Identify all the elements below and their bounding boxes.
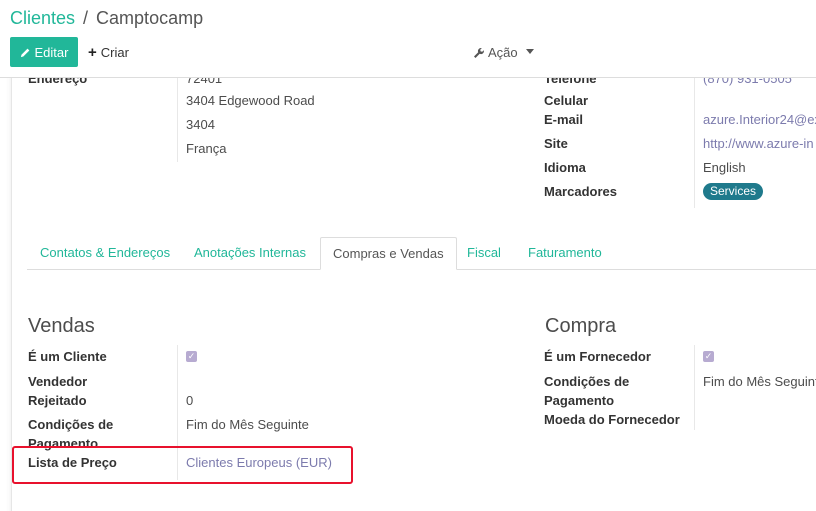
vendor-currency-label: Moeda do Fornecedor [544,412,680,427]
breadcrumb-current: Camptocamp [96,8,204,28]
control-panel: Clientes / Camptocamp Editar + Criar Ação [0,0,816,78]
payment-terms-value: Fim do Mês Seguinte [186,417,309,432]
vendor-payment-terms-label-2: Pagamento [544,393,615,408]
tab-invoicing[interactable]: Faturamento [516,237,614,270]
site-label: Site [544,136,568,151]
field-divider [694,345,695,430]
pencil-icon [20,48,29,57]
mobile-label: Celular [544,93,589,108]
email-value[interactable]: azure.Interior24@ex [703,111,816,128]
vendor-payment-terms-value: Fim do Mês Seguinte [703,374,816,389]
address-country: França [186,141,227,156]
tab-contacts-addresses[interactable]: Contatos & Endereços [28,237,182,270]
breadcrumb-separator: / [83,8,89,28]
wrench-icon [474,48,484,58]
field-divider [694,78,695,208]
language-label: Idioma [544,160,586,175]
create-button[interactable]: + Criar [88,37,129,67]
tab-internal-notes[interactable]: Anotações Internas [182,237,318,270]
plus-icon: + [88,43,97,61]
action-dropdown[interactable]: Ação [472,37,534,67]
rejected-value: 0 [186,393,194,408]
salesperson-label: Vendedor [28,374,88,389]
tag-badge[interactable]: Services [703,183,764,200]
breadcrumb: Clientes / Camptocamp [10,8,203,29]
sales-section-title: Vendas [28,315,95,337]
purchase-section-title: Compra [545,315,617,337]
is-vendor-checkbox[interactable]: ✓ [703,351,714,362]
language-value: English [703,160,746,175]
tags-label: Marcadores [544,184,617,199]
site-value[interactable]: http://www.azure-in [703,135,814,152]
rejected-label: Rejeitado [28,393,87,408]
edit-button-label: Editar [34,44,69,60]
create-button-label: Criar [100,44,129,60]
is-vendor-label: É um Fornecedor [544,349,651,364]
field-divider [177,78,178,162]
highlight-box [12,446,353,484]
caret-down-icon [525,48,534,54]
email-label: E-mail [544,112,584,127]
edit-button[interactable]: Editar [10,37,78,67]
breadcrumb-parent[interactable]: Clientes [10,8,75,28]
tab-fiscal[interactable]: Fiscal [455,237,513,270]
form-sheet [11,60,816,511]
is-customer-label: É um Cliente [28,349,107,364]
vendor-payment-terms-label: Condições de [544,374,630,389]
address-street2: 3404 [186,117,215,132]
action-label: Ação [488,44,518,60]
is-customer-checkbox[interactable]: ✓ [186,351,197,362]
tab-sales-purchases[interactable]: Compras e Vendas [320,237,457,270]
address-street: 3404 Edgewood Road [186,93,315,108]
payment-terms-label: Condições de [28,417,114,432]
